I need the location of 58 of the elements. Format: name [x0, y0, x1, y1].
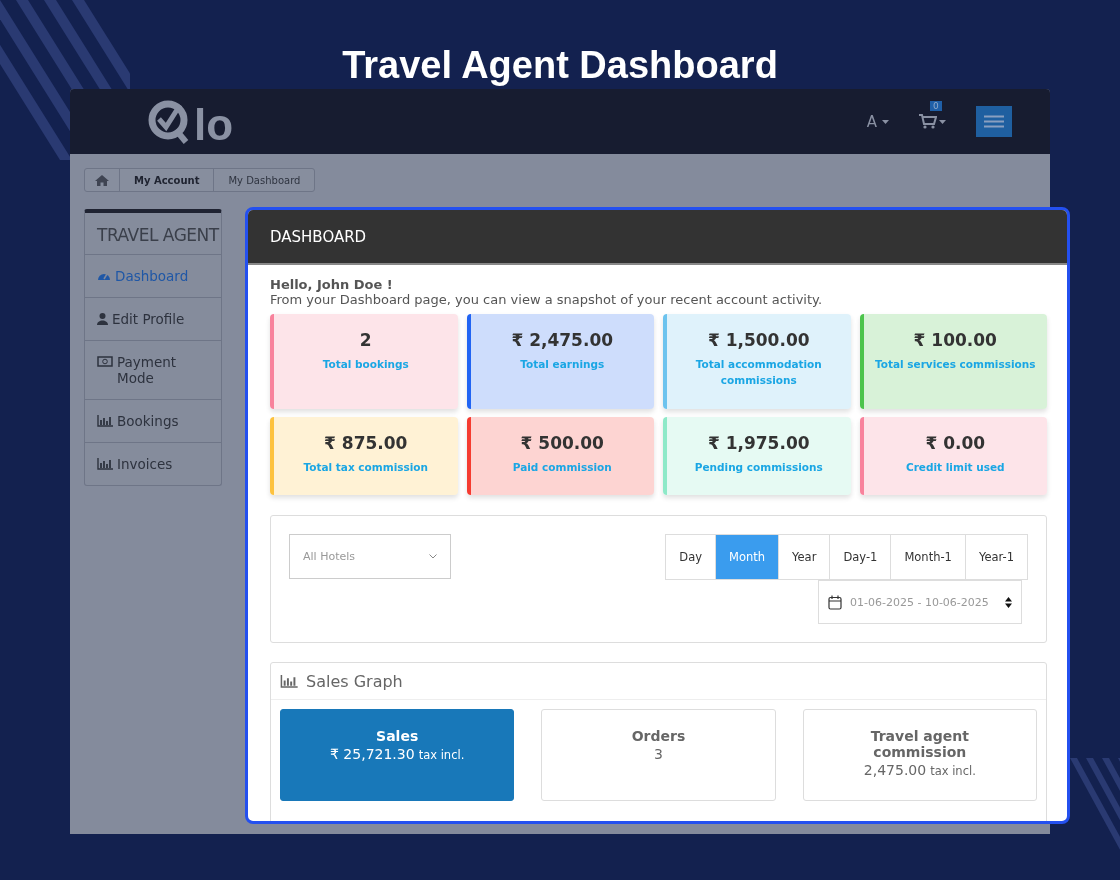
sidebar-item[interactable]: Bookings — [85, 400, 221, 443]
sidebar-item[interactable]: Edit Profile — [85, 298, 221, 341]
summary-card[interactable]: Orders 3 — [541, 709, 776, 801]
bar-chart-icon — [97, 415, 113, 427]
summary-value: 3 — [653, 746, 664, 762]
stat-label: Credit limit used — [904, 460, 1006, 475]
stat-label: Paid commission — [511, 460, 613, 475]
summary-card[interactable]: Travel agent commission 2,475.00 tax incl. — [802, 709, 1037, 801]
stat-label: Total tax commission — [302, 460, 430, 475]
user-icon — [97, 313, 108, 325]
stat-label: Pending commissions — [693, 460, 824, 475]
menu-icon — [984, 115, 1004, 128]
stat-label: Total services commissions — [873, 357, 1037, 372]
chevron-down-icon — [429, 554, 437, 559]
bar-chart-icon — [97, 458, 113, 470]
sort-arrows-icon — [1005, 596, 1012, 608]
home-icon — [95, 174, 109, 186]
breadcrumb-link[interactable]: My Account — [120, 169, 215, 191]
sidebar-item[interactable]: Payment Mode — [85, 341, 221, 400]
logo[interactable]: lo — [148, 98, 234, 145]
sidebar-heading: TRAVEL AGENT — [85, 213, 221, 255]
stat-value: ₹ 1,500.00 — [706, 330, 811, 350]
summary-title: Sales — [375, 728, 420, 744]
stat-value: ₹ 0.00 — [924, 433, 987, 453]
summary-value: ₹ 25,721.30 tax incl. — [329, 746, 466, 762]
hotel-select[interactable]: All Hotels — [289, 534, 451, 579]
summary-title: Orders — [630, 728, 687, 744]
stat-value: ₹ 500.00 — [519, 433, 605, 453]
summary-card[interactable]: Sales ₹ 25,721.30 tax incl. — [280, 709, 515, 801]
sidebar-item[interactable]: Invoices — [85, 443, 221, 485]
stat-value: ₹ 100.00 — [912, 330, 998, 350]
language-dropdown[interactable]: A — [866, 112, 889, 131]
stat-label: Total bookings — [321, 357, 410, 372]
range-button[interactable]: Month — [715, 535, 779, 579]
caret-icon — [882, 119, 889, 124]
stat-value: ₹ 875.00 — [323, 433, 409, 453]
logo-text: lo — [194, 104, 234, 145]
stat-value: ₹ 1,975.00 — [706, 433, 811, 453]
panel-title: DASHBOARD — [270, 227, 367, 246]
breadcrumb-link[interactable]: My Dashboard — [214, 169, 315, 191]
stat-label: Total accommodation commissions — [694, 357, 823, 388]
bar-chart-icon — [280, 674, 298, 688]
date-range-field[interactable]: 01-06-2025 - 10-06-2025 — [818, 580, 1022, 624]
stat-value: 2 — [358, 330, 373, 350]
caret-icon — [939, 119, 946, 124]
cart-count-badge: 0 — [930, 101, 942, 111]
summary-title: Travel agent commission — [869, 728, 970, 760]
section-title: Sales Graph — [306, 671, 403, 691]
menu-button[interactable] — [976, 106, 1012, 137]
page-title: Travel Agent Dashboard — [342, 46, 778, 84]
stat-label: Total earnings — [519, 357, 606, 372]
stat-value: ₹ 2,475.00 — [510, 330, 615, 350]
intro-text: From your Dashboard page, you can view a snapshot of your recent account activity. — [270, 292, 823, 307]
greeting: Hello, John Doe ! — [270, 277, 394, 292]
banknote-icon — [97, 356, 113, 367]
cart-icon — [919, 114, 937, 129]
calendar-icon — [828, 594, 842, 610]
summary-value: 2,475.00 tax incl. — [862, 762, 977, 778]
